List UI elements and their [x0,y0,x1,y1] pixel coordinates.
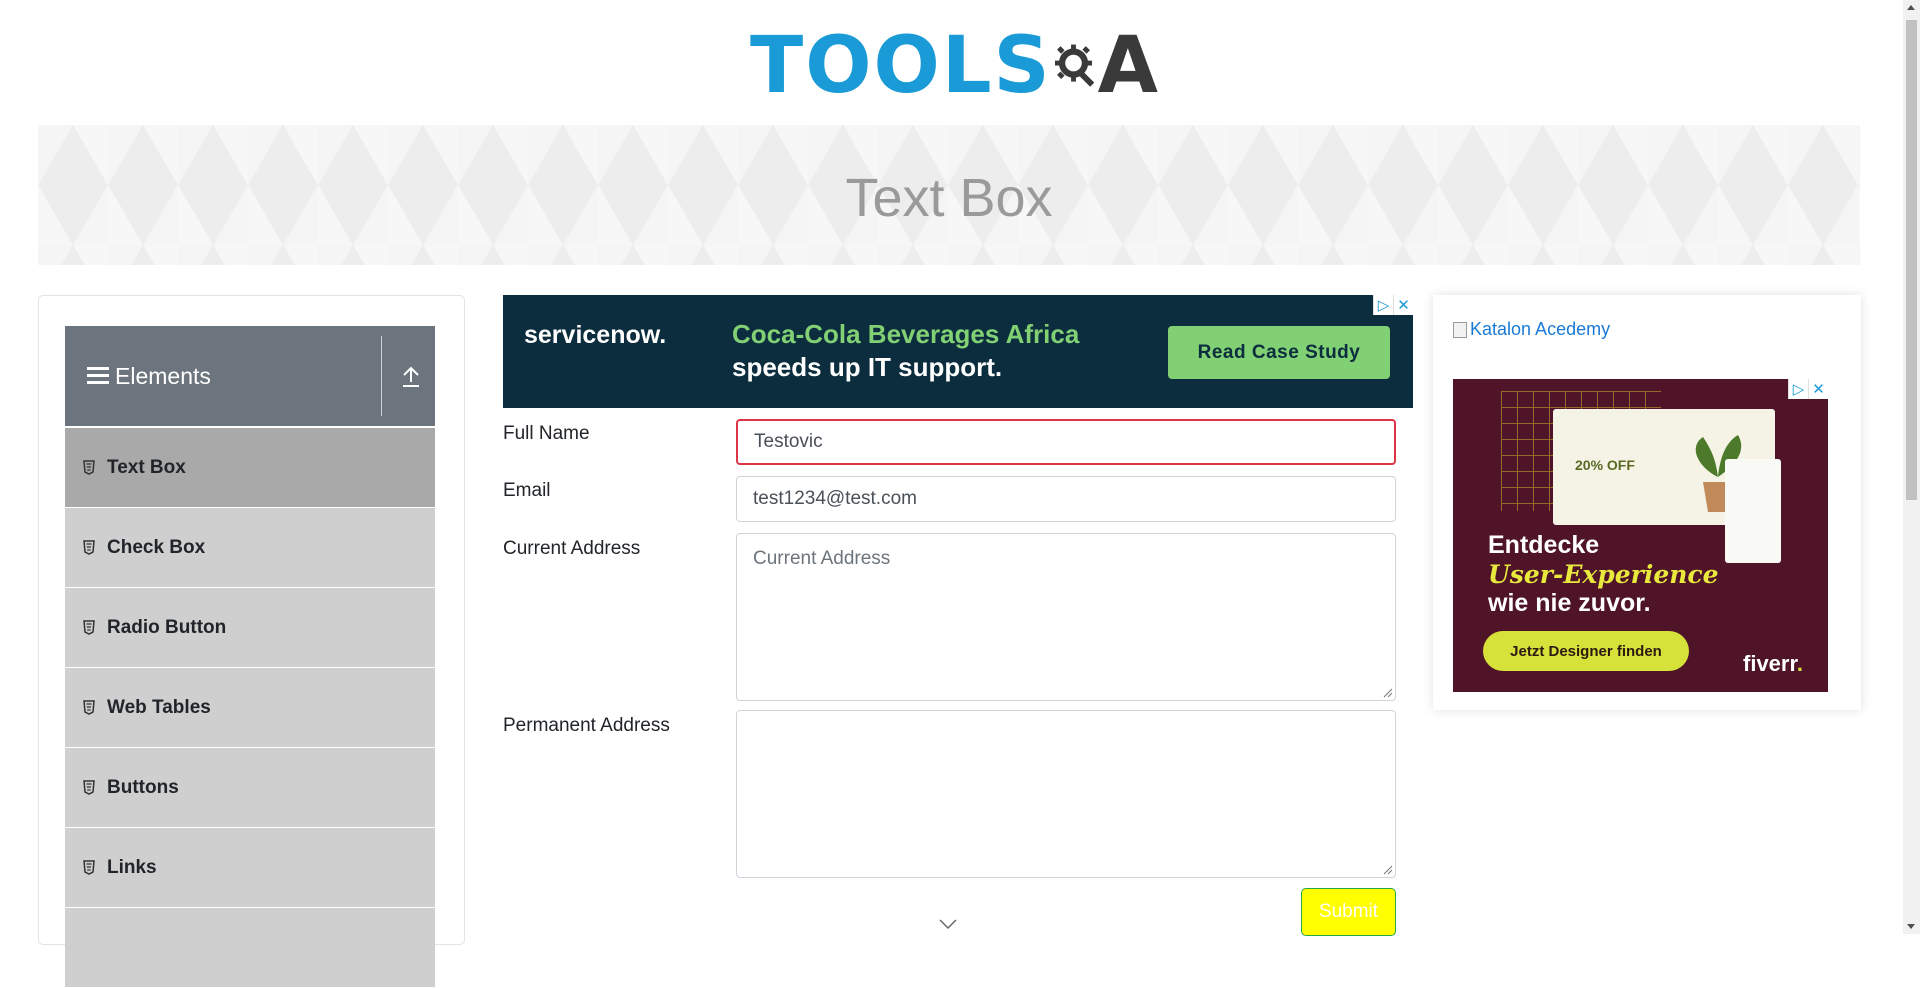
ad-line-1: Entdecke [1488,531,1600,559]
header-divider [381,336,382,416]
page-banner: Text Box [38,125,1860,265]
chevron-down-icon[interactable] [938,918,958,930]
sidebar-item-web-tables[interactable]: Web Tables [65,668,435,748]
ad-line-3: wie nie zuvor. [1488,589,1651,617]
fiverr-logo-text: fiverr [1743,651,1797,676]
servicenow-ad[interactable]: servicenow. Coca-Cola Beverages Africa s… [503,295,1413,408]
ad-choices: ▷ ✕ [1788,379,1828,399]
sidebar-item-label: Buttons [107,776,179,798]
elements-group-header[interactable]: Elements [65,326,435,426]
ad-headline-2: speeds up IT support. [732,352,1003,382]
email-label: Email [503,480,551,501]
gear-magnifier-icon [1054,44,1094,87]
html5-icon [83,860,95,875]
current-address-textarea[interactable]: Current Address [736,533,1396,701]
sidebar-item-links[interactable]: Links [65,828,435,908]
page-title: Text Box [845,168,1053,228]
close-ad-icon[interactable]: ✕ [1393,295,1413,315]
sidebar-item-radio-button[interactable]: Radio Button [65,588,435,668]
scroll-thumb[interactable] [1906,20,1917,500]
current-address-placeholder: Current Address [753,548,891,569]
servicenow-logo: servicenow. [524,321,667,349]
adchoices-icon[interactable]: ▷ [1373,295,1393,315]
fiverr-logo: fiverr. [1743,651,1803,676]
sidebar-item-check-box[interactable]: Check Box [65,508,435,588]
full-name-input[interactable]: Testovic [736,419,1396,465]
scroll-up-icon[interactable] [1907,5,1915,10]
toolsqa-logo[interactable]: TOOLS A [750,16,1160,116]
sidebar-item-label: Web Tables [107,696,211,718]
ad-line-2: User-Experience [1488,560,1719,589]
offer-text: 20% OFF [1575,457,1635,473]
sidebar-item-buttons[interactable]: Buttons [65,748,435,828]
find-designer-button[interactable]: Jetzt Designer finden [1483,631,1689,671]
submit-button[interactable]: Submit [1301,888,1396,936]
close-ad-icon[interactable]: ✕ [1808,379,1828,399]
fiverr-ad[interactable]: 20% OFF Entdecke User-Experience wie nie… [1453,379,1828,692]
read-case-study-button[interactable]: Read Case Study [1168,326,1390,379]
page-scrollbar[interactable] [1903,0,1920,934]
full-name-value: Testovic [754,431,823,452]
katalon-ad-link[interactable]: Katalon Acedemy [1453,319,1610,340]
scroll-down-icon[interactable] [1907,924,1915,929]
adchoices-icon[interactable]: ▷ [1788,379,1808,399]
hamburger-icon [87,367,109,385]
html5-icon [83,780,95,795]
sidebar-item-partial[interactable] [65,908,435,988]
html5-icon [83,700,95,715]
sidebar-item-label: Links [107,856,157,878]
sidebar-item-label: Radio Button [107,616,227,638]
ad-headline-1: Coca-Cola Beverages Africa [732,319,1080,349]
permanent-address-label: Permanent Address [503,715,670,736]
permanent-address-textarea[interactable] [736,710,1396,878]
group-title: Elements [115,362,211,389]
collapse-arrow-up-icon[interactable] [400,364,422,390]
logo-tools-text: TOOLS [750,21,1052,111]
katalon-alt-text: Katalon Acedemy [1470,319,1611,339]
sidebar-item-text-box[interactable]: Text Box [65,428,435,508]
html5-icon [83,620,95,635]
email-input[interactable]: test1234@test.com [736,476,1396,522]
logo-qa-text: A [1097,21,1160,111]
email-value: test1234@test.com [753,488,917,509]
right-ad-panel: Katalon Acedemy 20% OFF Entdecke User-Ex… [1433,295,1861,710]
html5-icon [83,460,95,475]
broken-image-icon [1453,321,1467,338]
html5-icon [83,540,95,555]
full-name-label: Full Name [503,423,590,444]
sidebar-item-label: Text Box [107,456,186,478]
current-address-label: Current Address [503,538,641,559]
elements-nav-list: Text Box Check Box Radio Button Web Tabl… [65,428,435,988]
resize-grip-icon[interactable] [1381,686,1393,698]
left-sidebar: Elements Text Box Check Box Radio Button… [38,295,465,988]
resize-grip-icon[interactable] [1381,863,1393,875]
ad-mockup-mini-card [1725,459,1781,563]
sidebar-item-label: Check Box [107,536,206,558]
ad-choices: ▷ ✕ [1373,295,1413,315]
